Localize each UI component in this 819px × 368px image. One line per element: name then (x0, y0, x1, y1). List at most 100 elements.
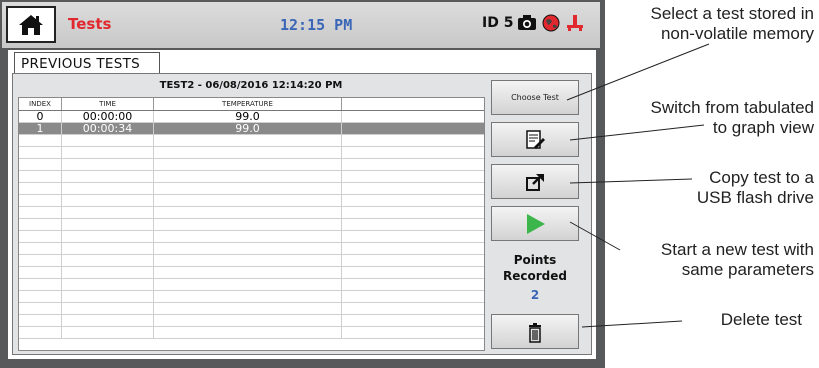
recorded-label: Recorded (503, 269, 567, 283)
callout-graph-view: Switch from tabulated to graph view (590, 98, 814, 138)
table-cell (154, 291, 342, 302)
table-row-empty (19, 159, 484, 171)
table-cell (19, 327, 62, 338)
table-cell (154, 243, 342, 254)
play-icon (527, 213, 545, 234)
table-row-empty (19, 219, 484, 231)
table-cell (154, 171, 342, 182)
data-table[interactable]: INDEX TIME TEMPERATURE 0 00:00:00 99.0 1… (18, 97, 485, 351)
table-row-empty (19, 315, 484, 327)
table-cell (62, 315, 154, 326)
table-cell (19, 147, 62, 158)
callout-text: to graph view (712, 118, 814, 137)
usb-icon[interactable] (565, 14, 585, 32)
table-row-empty (19, 183, 484, 195)
table-cell (62, 171, 154, 182)
table-cell (154, 255, 342, 266)
points-label: Points (513, 253, 557, 267)
callout-text: Select a test stored in (650, 4, 814, 23)
table-cell (154, 135, 342, 146)
table-cell (342, 111, 484, 122)
table-row-empty (19, 327, 484, 339)
table-cell (62, 291, 154, 302)
graph-view-icon (526, 129, 545, 149)
table-cell (62, 207, 154, 218)
callout-text: Switch from tabulated (650, 98, 814, 117)
table-cell: 0 (19, 111, 62, 123)
clock: 12:15 PM (280, 16, 353, 34)
page-title: Tests (68, 15, 112, 33)
table-cell (19, 255, 62, 266)
table-cell (154, 147, 342, 158)
test-panel: TEST2 - 06/08/2016 12:14:20 PM INDEX TIM… (12, 73, 592, 355)
table-cell (19, 279, 62, 290)
delete-test-button[interactable] (491, 314, 579, 349)
table-cell (342, 147, 484, 158)
table-cell (19, 303, 62, 314)
table-cell (62, 267, 154, 278)
table-cell (342, 183, 484, 194)
table-cell (342, 291, 484, 302)
table-row-selected[interactable]: 1 00:00:34 99.0 (19, 123, 484, 135)
table-cell (19, 231, 62, 242)
table-cell (342, 327, 484, 338)
export-button[interactable] (491, 164, 579, 199)
start-test-button[interactable] (491, 206, 579, 241)
table-row-empty (19, 255, 484, 267)
table-cell (62, 231, 154, 242)
home-icon (19, 14, 43, 35)
device-screen: Tests 12:15 PM ID 5 PREVIOUS TESTS TEST2… (0, 0, 605, 368)
column-header: TIME (62, 98, 154, 110)
table-cell (154, 195, 342, 206)
table-cell (342, 219, 484, 230)
home-button[interactable] (6, 6, 56, 43)
globe-icon[interactable] (541, 14, 561, 32)
graph-view-button[interactable] (491, 122, 579, 157)
table-row-empty (19, 207, 484, 219)
table-cell: 99.0 (154, 123, 342, 135)
table-cell (19, 207, 62, 218)
table-cell (342, 123, 484, 134)
table-cell (19, 195, 62, 206)
table-cell (19, 171, 62, 182)
table-row-empty (19, 147, 484, 159)
table-row-empty (19, 195, 484, 207)
tab-previous-tests[interactable]: PREVIOUS TESTS (14, 52, 160, 74)
table-row-empty (19, 135, 484, 147)
column-header: TEMPERATURE (154, 98, 342, 110)
camera-icon[interactable] (517, 14, 537, 32)
callout-text: Copy test to a (709, 168, 814, 187)
table-cell (62, 183, 154, 194)
table-cell (154, 267, 342, 278)
table-cell (62, 303, 154, 314)
table-cell (62, 243, 154, 254)
callout-export: Copy test to a USB flash drive (640, 168, 814, 208)
table-row-empty (19, 291, 484, 303)
table-cell (342, 303, 484, 314)
table-cell (19, 291, 62, 302)
table-cell (19, 183, 62, 194)
header-bar: Tests 12:15 PM ID 5 (2, 2, 600, 48)
callout-delete: Delete test (660, 310, 802, 330)
table-cell (342, 267, 484, 278)
callout-text: non-volatile memory (660, 24, 814, 43)
table-cell (342, 315, 484, 326)
table-cell (19, 219, 62, 230)
table-cell: 1 (19, 123, 62, 135)
table-cell (62, 195, 154, 206)
table-row-empty (19, 267, 484, 279)
points-recorded: Points Recorded 2 (491, 252, 579, 302)
table-row-empty (19, 303, 484, 315)
table-cell (154, 279, 342, 290)
table-row-empty (19, 231, 484, 243)
table-cell (62, 135, 154, 146)
table-cell (154, 327, 342, 338)
table-cell (342, 279, 484, 290)
column-header: INDEX (19, 98, 62, 110)
table-cell (19, 315, 62, 326)
choose-test-button[interactable]: Choose Test (491, 80, 579, 115)
table-row-empty (19, 279, 484, 291)
table-cell (154, 315, 342, 326)
device-id: ID 5 (482, 15, 514, 31)
table-cell (154, 207, 342, 218)
